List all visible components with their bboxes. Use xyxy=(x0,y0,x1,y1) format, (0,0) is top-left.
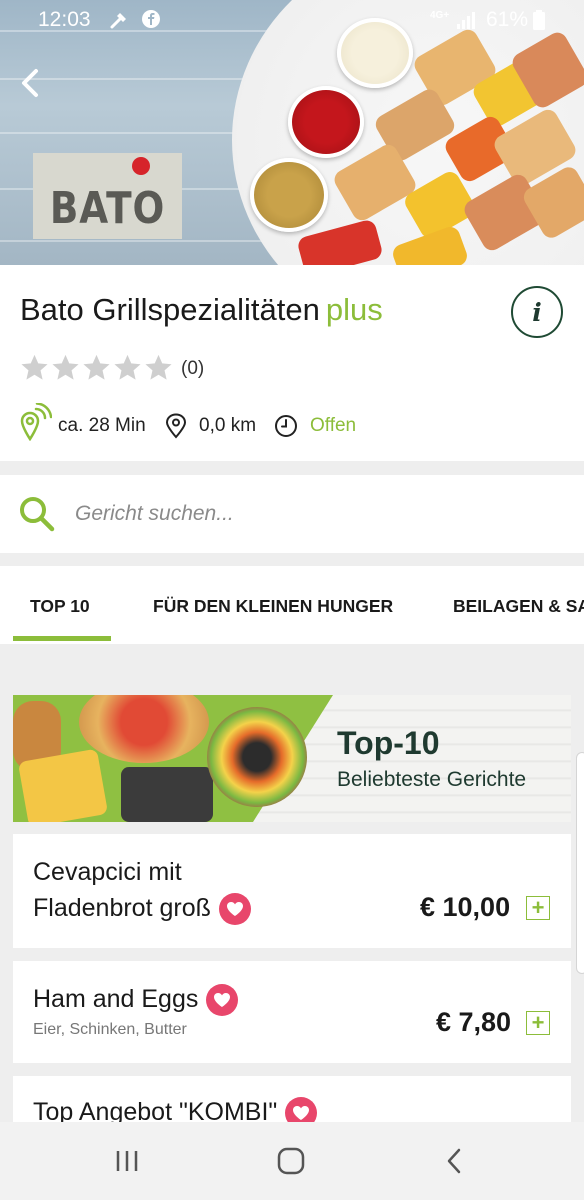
network-type: 4G+ xyxy=(430,10,450,21)
restaurant-info-card: Bato Grillspezialitäten plus i (0) ca. 28… xyxy=(0,265,584,461)
open-status: Offen xyxy=(310,415,357,436)
heart-icon xyxy=(293,1106,310,1121)
heart-icon xyxy=(214,993,231,1008)
info-button[interactable]: i xyxy=(511,286,563,338)
plus-icon: + xyxy=(531,1010,545,1035)
location-pin-icon xyxy=(165,413,187,439)
restaurant-meta: ca. 28 Min 0,0 km Offen xyxy=(20,403,580,443)
item-price: € 10,00 xyxy=(420,892,511,922)
ketchup-bowl xyxy=(288,86,364,158)
battery-icon xyxy=(533,10,545,30)
category-tabs: TOP 10 FÜR DEN KLEINEN HUNGER BEILAGEN &… xyxy=(0,566,584,644)
tools-icon xyxy=(110,13,126,29)
star-icon xyxy=(145,354,172,380)
search-icon xyxy=(20,497,55,532)
system-nav-bar xyxy=(0,1122,584,1200)
active-tab-indicator xyxy=(13,636,111,641)
distance: 0,0 km xyxy=(199,415,257,436)
banner-subtitle: Beliebteste Gerichte xyxy=(337,768,527,791)
search-bar[interactable] xyxy=(0,475,584,553)
favorite-badge[interactable] xyxy=(218,893,251,926)
search-input[interactable] xyxy=(75,497,555,531)
facebook-icon xyxy=(142,10,160,28)
item-name-line1: Ham and Eggs xyxy=(33,981,239,1017)
rating-count: (0) xyxy=(181,358,205,379)
star-icon xyxy=(83,354,110,380)
status-bar: 12:03 4G+ 61% xyxy=(0,0,584,40)
signal-icon xyxy=(457,12,475,29)
top10-banner: Top-10 Beliebteste Gerichte xyxy=(13,695,571,822)
star-icon xyxy=(114,354,141,380)
tab-fuer-den-kleinen-hunger[interactable]: FÜR DEN KLEINEN HUNGER xyxy=(153,596,393,617)
bowl-image xyxy=(207,707,307,807)
banner-title: Top-10 xyxy=(337,725,440,761)
delivery-pin-icon xyxy=(20,403,52,441)
fries-image xyxy=(17,748,109,822)
item-price: € 7,80 xyxy=(436,1007,512,1037)
item-name-line2: Fladenbrot groß xyxy=(33,890,251,926)
tab-beilagen[interactable]: BEILAGEN & SA xyxy=(453,596,584,617)
item-name-line1: Cevapcici mit xyxy=(33,858,182,886)
logo-text: BATO xyxy=(49,183,166,234)
back-arrow-icon[interactable] xyxy=(14,66,48,100)
menu-item[interactable]: Ham and Eggs Eier, Schinken, Butter € 7,… xyxy=(13,961,571,1063)
status-time: 12:03 xyxy=(38,8,91,31)
logo-dot xyxy=(132,157,150,175)
rating-stars xyxy=(20,353,173,382)
star-icon xyxy=(21,354,48,380)
restaurant-title: Bato Grillspezialitäten plus xyxy=(20,292,383,328)
clock-icon xyxy=(275,415,297,437)
item-description: Eier, Schinken, Butter xyxy=(33,1021,187,1038)
star-icon xyxy=(52,354,79,380)
plus-badge: plus xyxy=(325,292,383,327)
favorite-badge[interactable] xyxy=(206,984,239,1017)
delivery-time: ca. 28 Min xyxy=(58,415,146,436)
battery-percent: 61% xyxy=(485,8,528,31)
sushi-image xyxy=(121,767,213,822)
tab-top-10[interactable]: TOP 10 xyxy=(30,596,90,617)
board-line xyxy=(0,240,280,242)
add-to-cart-button[interactable]: + xyxy=(526,896,550,920)
nav-back-icon[interactable] xyxy=(438,1144,472,1178)
home-icon[interactable] xyxy=(274,1144,308,1178)
plus-icon: + xyxy=(531,895,545,920)
item-name-text: Ham and Eggs xyxy=(33,985,199,1013)
menu-item[interactable]: Cevapcici mit Fladenbrot groß € 10,00 + xyxy=(13,834,571,948)
scroll-edge xyxy=(576,752,584,974)
restaurant-name: Bato Grillspezialitäten xyxy=(20,292,320,327)
info-icon: i xyxy=(532,297,542,327)
recents-icon[interactable] xyxy=(110,1144,144,1178)
add-to-cart-button[interactable]: + xyxy=(526,1011,550,1035)
restaurant-logo: BATO xyxy=(33,153,182,239)
mustard-bowl xyxy=(250,158,328,232)
item-name-text: Fladenbrot groß xyxy=(33,894,211,922)
heart-icon xyxy=(226,902,243,917)
